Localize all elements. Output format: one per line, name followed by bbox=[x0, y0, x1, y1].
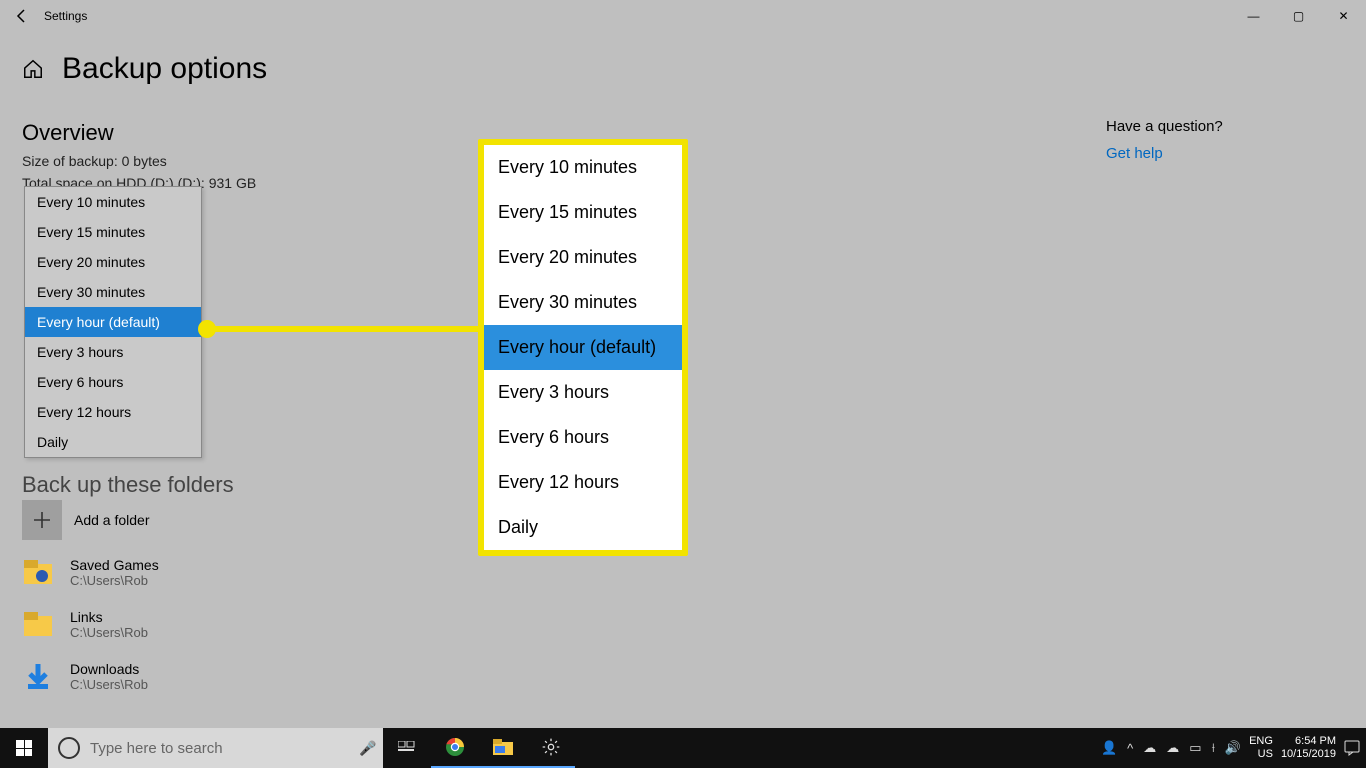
frequency-option[interactable]: Every 30 minutes bbox=[25, 277, 201, 307]
help-pane: Have a question? Get help bbox=[1106, 118, 1336, 162]
add-folder-label: Add a folder bbox=[74, 512, 150, 528]
windows-logo-icon bbox=[16, 740, 32, 756]
wifi-icon[interactable]: ⟊ bbox=[1212, 740, 1215, 756]
folder-item[interactable]: Saved GamesC:\Users\Rob bbox=[22, 556, 159, 588]
settings-taskbar-icon[interactable] bbox=[527, 728, 575, 768]
get-help-link[interactable]: Get help bbox=[1106, 145, 1336, 162]
volume-icon[interactable]: 🔊 bbox=[1225, 740, 1241, 756]
tray-chevron-icon[interactable]: ^ bbox=[1127, 741, 1133, 756]
lang-secondary: US bbox=[1258, 748, 1273, 761]
callout-option: Every 15 minutes bbox=[484, 190, 682, 235]
mic-icon[interactable]: 🎤 bbox=[353, 740, 383, 757]
callout-option: Every hour (default) bbox=[484, 325, 682, 370]
folder-name: Links bbox=[70, 609, 148, 625]
callout-option: Every 6 hours bbox=[484, 415, 682, 460]
taskbar-search[interactable]: Type here to search 🎤 bbox=[48, 728, 383, 768]
onedrive-icon[interactable]: ☁ bbox=[1143, 740, 1156, 756]
home-icon[interactable] bbox=[22, 58, 44, 80]
callout-option: Daily bbox=[484, 505, 682, 550]
onedrive2-icon[interactable]: ☁ bbox=[1166, 740, 1179, 756]
maximize-button[interactable]: ▢ bbox=[1276, 0, 1321, 32]
task-view-button[interactable] bbox=[383, 728, 431, 768]
page-title: Backup options bbox=[62, 52, 267, 86]
frequency-option[interactable]: Every hour (default) bbox=[25, 307, 201, 337]
annotation-callout: Every 10 minutesEvery 15 minutesEvery 20… bbox=[478, 139, 688, 556]
annotation-dot bbox=[198, 320, 216, 338]
folder-path: C:\Users\Rob bbox=[70, 625, 148, 640]
lang-primary: ENG bbox=[1249, 735, 1273, 748]
callout-option: Every 20 minutes bbox=[484, 235, 682, 280]
folder-path: C:\Users\Rob bbox=[70, 573, 159, 588]
callout-option: Every 10 minutes bbox=[484, 145, 682, 190]
backup-folders-heading: Back up these folders bbox=[22, 472, 234, 498]
window-titlebar: Settings — ▢ ✕ bbox=[0, 0, 1366, 32]
folder-icon bbox=[22, 556, 54, 588]
folder-name: Saved Games bbox=[70, 557, 159, 573]
backup-size-line: Size of backup: 0 bytes bbox=[22, 150, 256, 172]
frequency-option[interactable]: Every 15 minutes bbox=[25, 217, 201, 247]
cortana-icon bbox=[58, 737, 80, 759]
frequency-option[interactable]: Every 20 minutes bbox=[25, 247, 201, 277]
frequency-option[interactable]: Every 6 hours bbox=[25, 367, 201, 397]
frequency-option[interactable]: Every 10 minutes bbox=[25, 187, 201, 217]
back-button[interactable] bbox=[0, 0, 44, 32]
minimize-button[interactable]: — bbox=[1231, 0, 1276, 32]
action-center-icon[interactable] bbox=[1344, 740, 1360, 756]
backup-frequency-dropdown[interactable]: Every 10 minutesEvery 15 minutesEvery 20… bbox=[24, 186, 202, 458]
window-title: Settings bbox=[44, 9, 87, 23]
folder-name: Downloads bbox=[70, 661, 148, 677]
battery-icon[interactable]: ▭ bbox=[1189, 740, 1201, 756]
folder-icon bbox=[22, 660, 54, 692]
frequency-option[interactable]: Daily bbox=[25, 427, 201, 457]
clock[interactable]: 6:54 PM 10/15/2019 bbox=[1281, 735, 1336, 761]
frequency-option[interactable]: Every 12 hours bbox=[25, 397, 201, 427]
chrome-taskbar-icon[interactable] bbox=[431, 728, 479, 768]
system-tray: 👤 ^ ☁ ☁ ▭ ⟊ 🔊 ENG US 6:54 PM 10/15/2019 bbox=[1101, 735, 1366, 761]
taskbar-app-icons bbox=[383, 728, 575, 768]
help-heading: Have a question? bbox=[1106, 118, 1336, 135]
callout-option: Every 3 hours bbox=[484, 370, 682, 415]
frequency-option[interactable]: Every 3 hours bbox=[25, 337, 201, 367]
folder-item[interactable]: DownloadsC:\Users\Rob bbox=[22, 660, 159, 692]
add-folder-row[interactable]: Add a folder bbox=[22, 500, 150, 540]
folder-item[interactable]: LinksC:\Users\Rob bbox=[22, 608, 159, 640]
page-header: Backup options bbox=[22, 52, 267, 86]
people-icon[interactable]: 👤 bbox=[1101, 740, 1117, 756]
clock-date: 10/15/2019 bbox=[1281, 748, 1336, 761]
folder-icon bbox=[22, 608, 54, 640]
annotation-connector bbox=[200, 326, 480, 332]
close-button[interactable]: ✕ bbox=[1321, 0, 1366, 32]
clock-time: 6:54 PM bbox=[1295, 735, 1336, 748]
file-explorer-taskbar-icon[interactable] bbox=[479, 728, 527, 768]
taskbar-search-placeholder: Type here to search bbox=[90, 740, 353, 757]
language-indicator[interactable]: ENG US bbox=[1249, 735, 1273, 761]
add-folder-button[interactable] bbox=[22, 500, 62, 540]
taskbar: Type here to search 🎤 👤 ^ ☁ ☁ ▭ bbox=[0, 728, 1366, 768]
overview-heading: Overview bbox=[22, 120, 256, 146]
folder-path: C:\Users\Rob bbox=[70, 677, 148, 692]
start-button[interactable] bbox=[0, 728, 48, 768]
callout-option: Every 12 hours bbox=[484, 460, 682, 505]
plus-icon bbox=[32, 510, 52, 530]
backup-folder-list: Saved GamesC:\Users\RobLinksC:\Users\Rob… bbox=[22, 556, 159, 712]
callout-option: Every 30 minutes bbox=[484, 280, 682, 325]
overview-section: Overview Size of backup: 0 bytes Total s… bbox=[22, 120, 256, 194]
